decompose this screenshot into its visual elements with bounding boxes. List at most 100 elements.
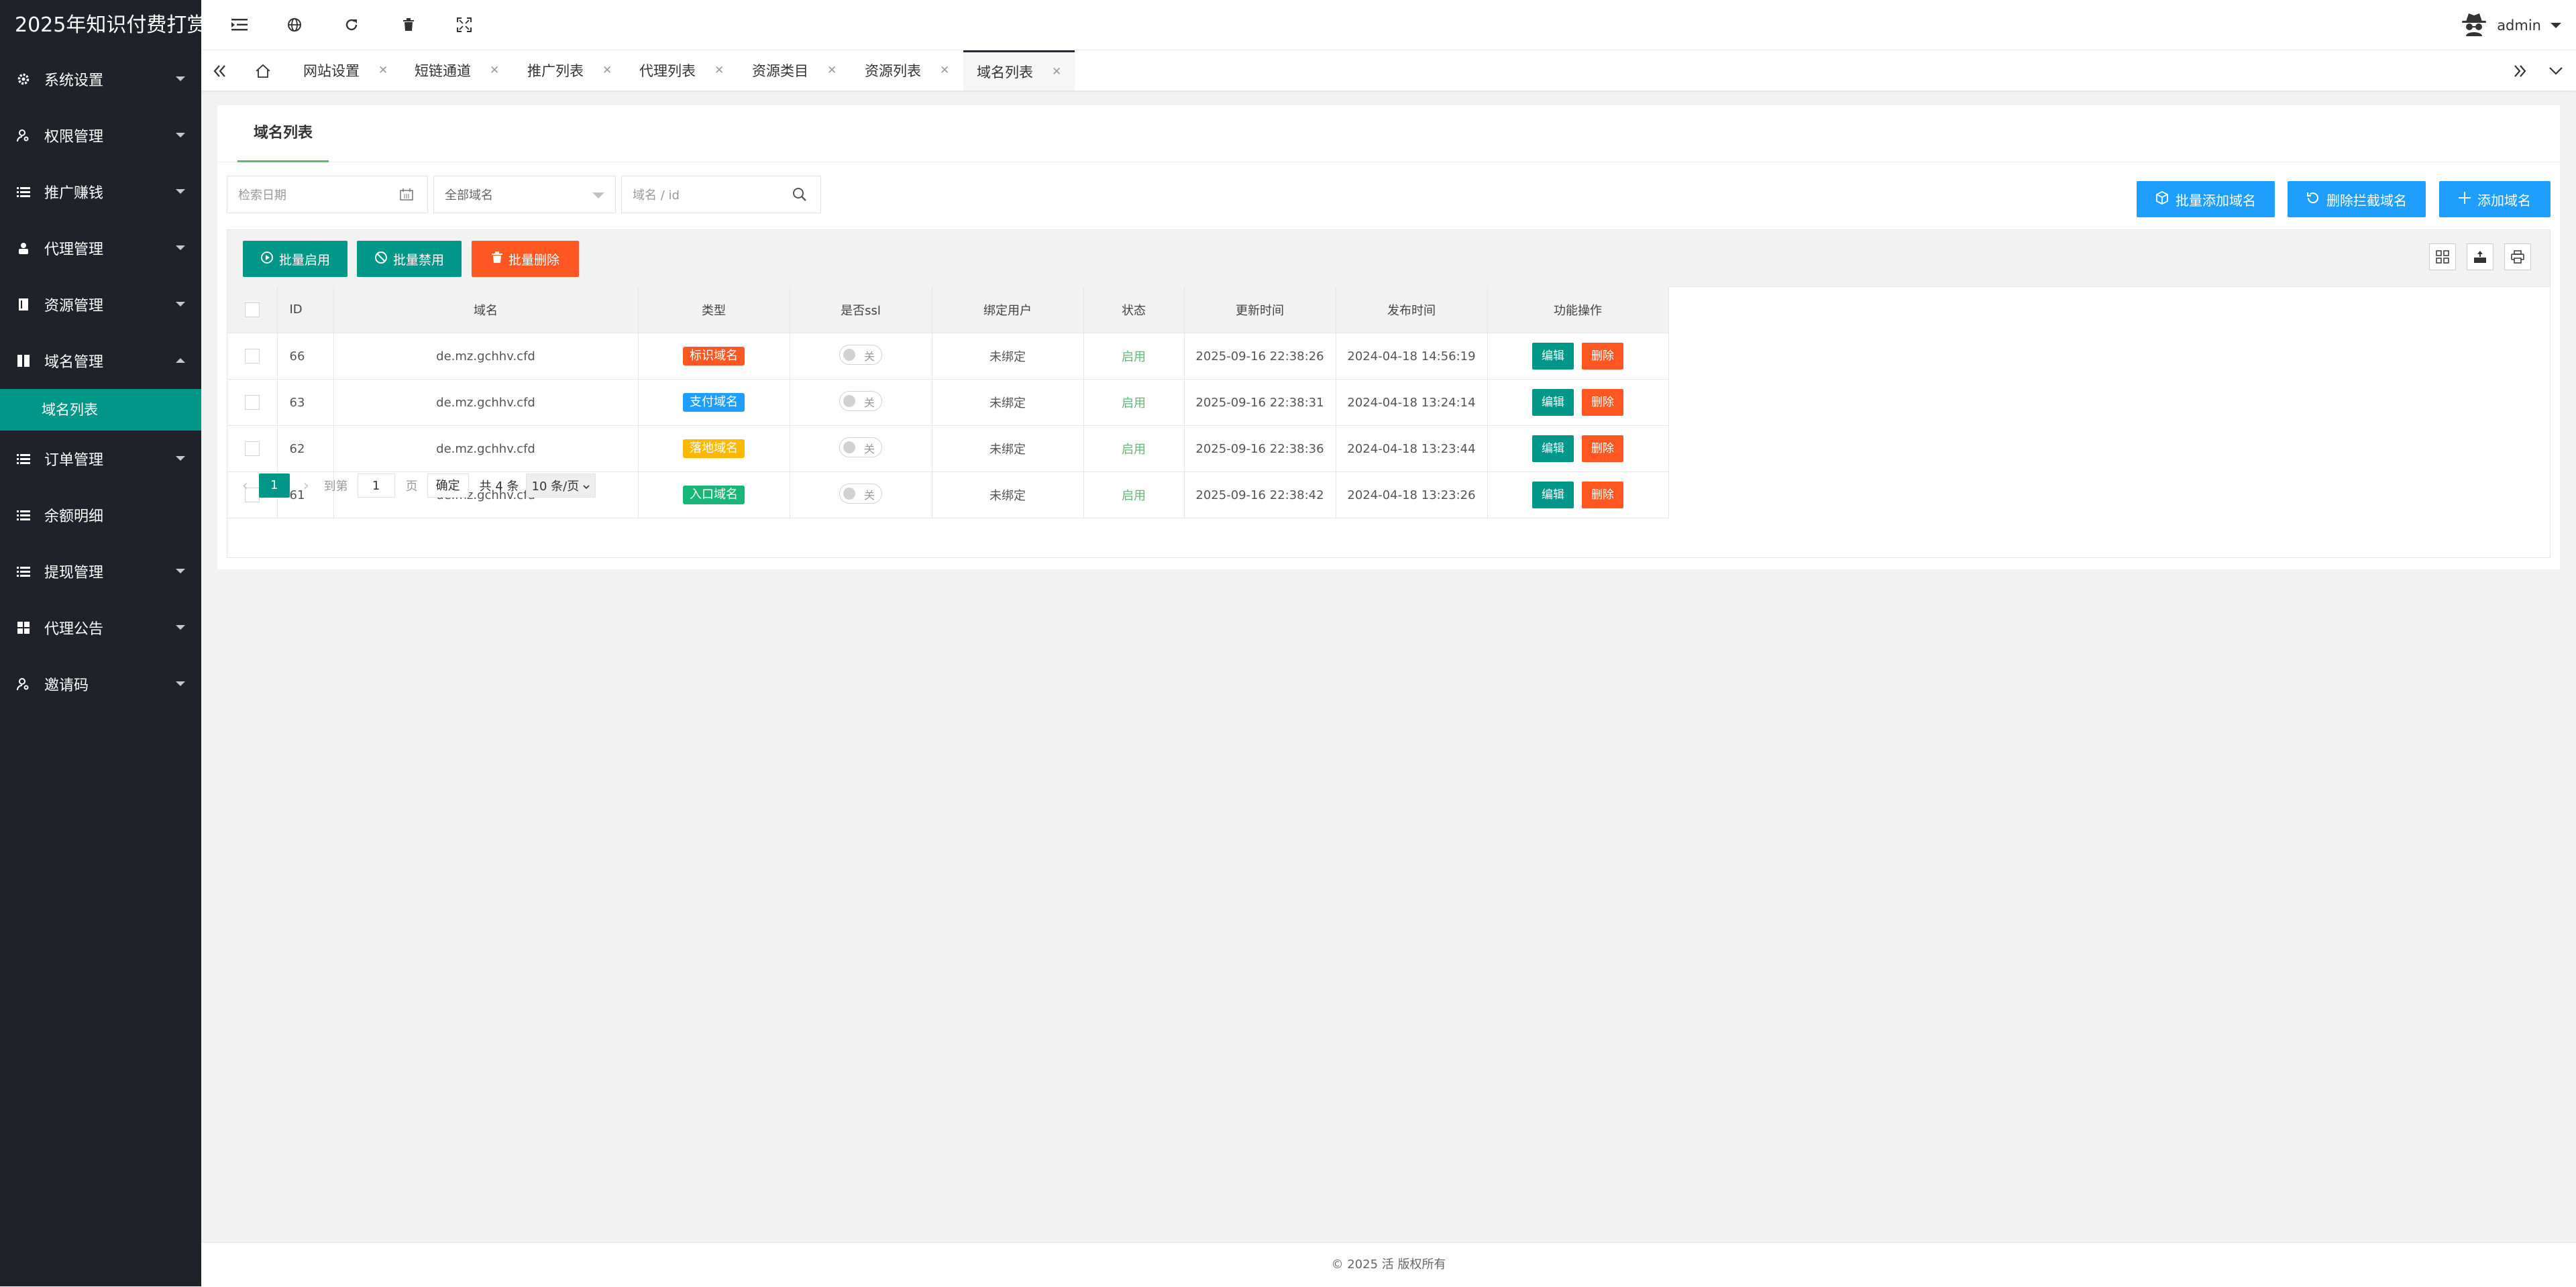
delete-button[interactable]: 删除 (1582, 435, 1623, 462)
tab-short-links[interactable]: 短链通道 ✕ (415, 50, 499, 91)
sidebar-item-resources[interactable]: 资源管理 (0, 276, 201, 333)
goto-confirm-button[interactable]: 确定 (427, 473, 469, 498)
close-icon[interactable]: ✕ (490, 64, 499, 77)
cell-domain: de.mz.gchhv.cfd (333, 379, 639, 426)
refresh-icon[interactable] (339, 12, 364, 38)
sidebar-item-label: 系统设置 (44, 72, 104, 89)
page-current[interactable]: 1 (258, 473, 290, 498)
chevron-down-icon (2551, 23, 2561, 28)
close-icon[interactable]: ✕ (378, 64, 388, 77)
batch-disable-button[interactable]: 批量禁用 (357, 241, 462, 277)
edit-button[interactable]: 编辑 (1532, 343, 1574, 370)
menu-toggle-icon[interactable] (227, 12, 252, 38)
print-icon[interactable] (2504, 243, 2531, 270)
scroll-tabs-right-icon[interactable] (2506, 58, 2533, 85)
col-header-id[interactable]: ID (277, 286, 334, 333)
date-filter-input[interactable]: 检索日期 (227, 176, 428, 213)
ssl-toggle[interactable]: 关 (839, 344, 882, 365)
close-icon[interactable]: ✕ (1052, 65, 1061, 78)
col-header-domain[interactable]: 域名 (333, 286, 639, 333)
sidebar-item-invite-codes[interactable]: 邀请码 (0, 656, 201, 712)
toggle-knob (843, 348, 855, 361)
home-icon[interactable] (250, 58, 276, 85)
search-input[interactable]: 域名 / id (621, 176, 821, 213)
per-page-select[interactable]: 10 条/页 (525, 473, 596, 498)
columns-filter-icon[interactable] (2429, 243, 2456, 270)
batch-add-domain-button[interactable]: 批量添加域名 (2137, 181, 2275, 217)
sidebar-item-system-settings[interactable]: 系统设置 (0, 51, 201, 107)
row-checkbox[interactable] (244, 349, 260, 363)
sidebar-item-announcements[interactable]: 代理公告 (0, 600, 201, 656)
add-domain-button[interactable]: 添加域名 (2439, 181, 2551, 217)
ssl-toggle[interactable]: 关 (839, 390, 882, 411)
tab-site-settings[interactable]: 网站设置 ✕ (303, 50, 388, 91)
play-circle-icon (260, 251, 274, 268)
close-icon[interactable]: ✕ (714, 64, 724, 77)
cell-bound-user: 未绑定 (932, 471, 1084, 518)
batch-delete-button[interactable]: 批量删除 (472, 241, 579, 277)
col-header-updated[interactable]: 更新时间 (1184, 286, 1336, 333)
chevron-down-icon (583, 479, 590, 493)
apps-icon (16, 620, 31, 635)
type-badge: 支付域名 (683, 393, 745, 412)
row-checkbox[interactable] (244, 441, 260, 456)
row-checkbox-cell[interactable] (227, 333, 278, 380)
sidebar-item-label: 代理公告 (44, 621, 104, 638)
col-header-status[interactable]: 状态 (1083, 286, 1185, 333)
close-icon[interactable]: ✕ (602, 64, 612, 77)
edit-button[interactable]: 编辑 (1532, 435, 1574, 462)
col-header-ssl[interactable]: 是否ssl (790, 286, 932, 333)
sidebar-item-permissions[interactable]: 权限管理 (0, 107, 201, 164)
next-page-icon[interactable]: › (303, 478, 309, 494)
tab-menu-chevron-icon[interactable] (2542, 58, 2569, 85)
close-icon[interactable]: ✕ (827, 64, 837, 77)
delete-button[interactable]: 删除 (1582, 343, 1623, 370)
sidebar-item-domains[interactable]: 域名管理 (0, 333, 201, 389)
search-icon[interactable] (791, 186, 808, 203)
sidebar-item-label: 提现管理 (44, 565, 104, 581)
delete-button[interactable]: 删除 (1582, 482, 1623, 508)
tab-resource-list[interactable]: 资源列表 ✕ (865, 50, 949, 91)
edit-button[interactable]: 编辑 (1532, 389, 1574, 416)
footer: © 2025 活 版权所有 (201, 1242, 2576, 1287)
tab-resource-categories[interactable]: 资源类目 ✕ (752, 50, 837, 91)
user-key-icon (16, 677, 31, 691)
row-checkbox-cell[interactable] (227, 379, 278, 426)
edit-button[interactable]: 编辑 (1532, 482, 1574, 508)
tab-promotion-list[interactable]: 推广列表 ✕ (527, 50, 612, 91)
sidebar-item-withdrawals[interactable]: 提现管理 (0, 543, 201, 600)
delete-button[interactable]: 删除 (1582, 389, 1623, 416)
sidebar-item-balance[interactable]: 余额明细 (0, 487, 201, 543)
card-tab-domain-list[interactable]: 域名列表 (237, 105, 329, 162)
select-all-checkbox[interactable] (244, 302, 260, 317)
list-icon (16, 184, 31, 199)
cell-published: 2024-04-18 13:24:14 (1336, 379, 1488, 426)
domain-type-select[interactable]: 全部域名 (433, 176, 616, 213)
sidebar-item-promotion[interactable]: 推广赚钱 (0, 164, 201, 220)
tab-domain-list[interactable]: 域名列表 ✕ (963, 50, 1075, 91)
ssl-toggle[interactable]: 关 (839, 437, 882, 457)
sidebar-item-agents[interactable]: 代理管理 (0, 220, 201, 276)
user-menu[interactable]: admin (2461, 12, 2561, 39)
fullscreen-icon[interactable] (451, 12, 477, 38)
row-checkbox[interactable] (244, 395, 260, 410)
sidebar-item-orders[interactable]: 订单管理 (0, 431, 201, 487)
ssl-toggle[interactable]: 关 (839, 483, 882, 504)
prev-page-icon[interactable]: ‹ (242, 478, 248, 494)
goto-label: 到第 (323, 480, 348, 494)
col-header-published[interactable]: 发布时间 (1336, 286, 1488, 333)
batch-enable-button[interactable]: 批量启用 (243, 241, 347, 277)
trash-icon[interactable] (396, 12, 421, 38)
goto-page-input[interactable]: 1 (357, 473, 395, 498)
close-icon[interactable]: ✕ (940, 64, 949, 77)
globe-icon[interactable] (282, 12, 307, 38)
scroll-tabs-left-icon[interactable] (207, 58, 233, 85)
col-header-bound-user[interactable]: 绑定用户 (932, 286, 1084, 333)
chevron-down-icon (176, 76, 185, 81)
delete-blocked-domain-button[interactable]: 删除拦截域名 (2288, 181, 2426, 217)
select-all-checkbox-cell[interactable] (227, 286, 278, 333)
sidebar-subitem-domain-list[interactable]: 域名列表 (0, 389, 201, 431)
tab-agent-list[interactable]: 代理列表 ✕ (639, 50, 724, 91)
col-header-type[interactable]: 类型 (638, 286, 790, 333)
export-icon[interactable] (2467, 243, 2493, 270)
